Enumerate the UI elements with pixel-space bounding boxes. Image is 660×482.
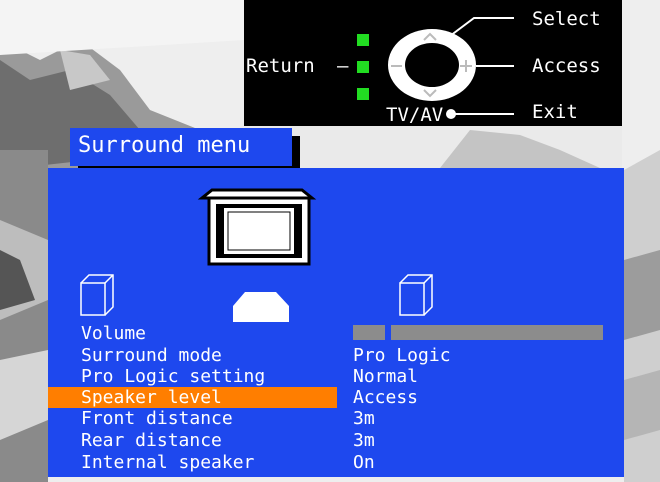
menu-item-rear-distance[interactable]: Rear distance 3m bbox=[48, 430, 624, 451]
menu-item-label: Rear distance bbox=[81, 430, 222, 451]
select-pointer-line bbox=[449, 17, 514, 37]
menu-item-volume[interactable]: Volume bbox=[48, 323, 624, 344]
menu-item-label: Front distance bbox=[81, 408, 233, 429]
speaker-layout-diagram bbox=[80, 188, 433, 322]
menu-item-surround-mode[interactable]: Surround mode Pro Logic bbox=[48, 345, 624, 366]
menu-item-value: 3m bbox=[353, 430, 375, 451]
menu-item-front-distance[interactable]: Front distance 3m bbox=[48, 408, 624, 429]
indicator-square-bottom bbox=[357, 88, 369, 100]
menu-item-speaker-level[interactable]: Speaker level Access bbox=[48, 387, 624, 408]
surround-menu-panel: Volume Surround mode Pro Logic Pro Logic… bbox=[48, 168, 624, 477]
indicator-square-top bbox=[357, 34, 369, 46]
menu-item-value: On bbox=[353, 452, 375, 473]
return-dash: – bbox=[337, 55, 349, 77]
menu-item-label: Internal speaker bbox=[81, 452, 255, 473]
return-label: Return bbox=[246, 55, 315, 77]
menu-title: Surround menu bbox=[70, 128, 292, 166]
menu-item-label: Speaker level bbox=[81, 387, 222, 408]
front-right-speaker-icon bbox=[399, 274, 433, 316]
menu-item-label: Surround mode bbox=[81, 345, 222, 366]
menu-item-value: Access bbox=[353, 387, 419, 408]
front-left-speaker-icon bbox=[80, 274, 114, 316]
indicator-square-middle bbox=[357, 61, 369, 73]
center-speaker-icon bbox=[233, 292, 289, 322]
menu-item-pro-logic-setting[interactable]: Pro Logic setting Normal bbox=[48, 366, 624, 387]
select-label: Select bbox=[532, 8, 601, 30]
tv-icon bbox=[197, 188, 317, 266]
menu-item-internal-speaker[interactable]: Internal speaker On bbox=[48, 452, 624, 473]
access-label: Access bbox=[532, 55, 601, 77]
exit-label: Exit bbox=[532, 101, 578, 123]
tvav-label: TV/AV bbox=[386, 104, 444, 126]
menu-item-label: Pro Logic setting bbox=[81, 366, 266, 387]
menu-item-value: Normal bbox=[353, 366, 419, 387]
menu-item-value: Pro Logic bbox=[353, 345, 451, 366]
menu-item-label: Volume bbox=[81, 323, 147, 344]
remote-control-legend: Return – Select Access Exit TV/AV bbox=[244, 0, 622, 126]
menu-item-value: 3m bbox=[353, 408, 375, 429]
